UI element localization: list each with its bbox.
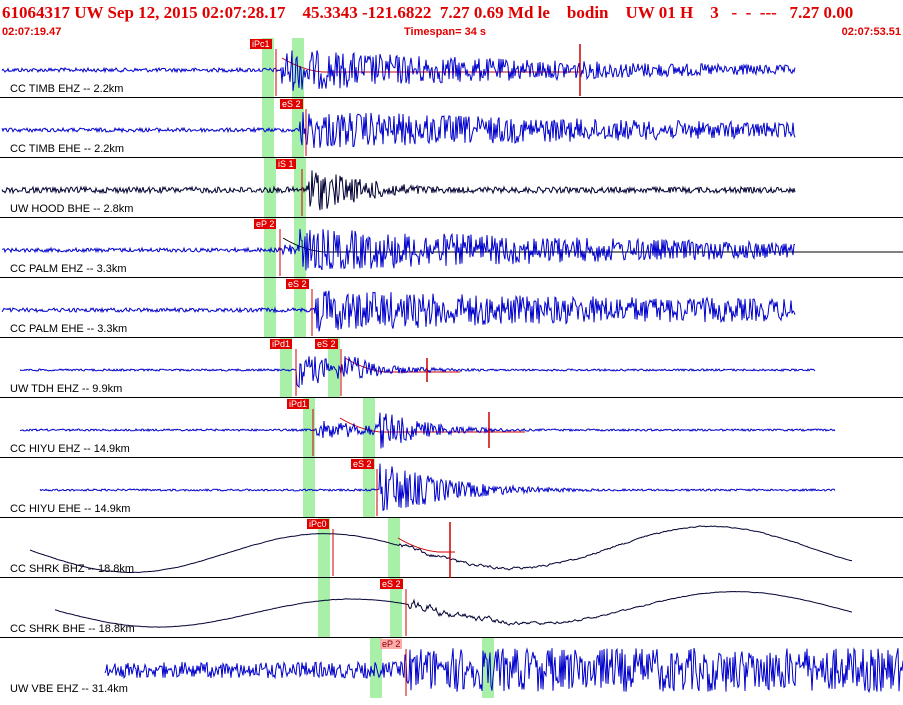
window-start-time: 02:07:19.47: [2, 26, 62, 38]
window-end-time: 02:07:53.51: [841, 26, 901, 38]
phase-pick-label[interactable]: iS 1: [276, 159, 296, 169]
pick-window-band: [388, 518, 400, 578]
trace-label: CC HIYU EHZ -- 14.9km: [10, 443, 130, 455]
waveform-trace[interactable]: [19, 412, 836, 449]
pick-window-band: [262, 98, 274, 158]
phase-pick-label[interactable]: eP 2: [380, 639, 403, 649]
phase-pick-label[interactable]: eP 2: [254, 219, 277, 229]
phase-pick-label[interactable]: eS 2: [280, 99, 303, 109]
trace-label: CC PALM EHE -- 3.3km: [10, 323, 128, 335]
phase-pick-label[interactable]: eS 2: [286, 279, 309, 289]
waveform-trace[interactable]: [39, 463, 836, 512]
phase-pick-label[interactable]: eS 2: [315, 339, 338, 349]
trace-label: CC TIMB EHE -- 2.2km: [10, 143, 125, 155]
seismogram-traces-svg[interactable]: [0, 38, 903, 700]
phase-pick-label[interactable]: iPc1: [250, 39, 272, 49]
trace-label: UW HOOD BHE -- 2.8km: [10, 203, 134, 215]
pick-window-band: [318, 578, 330, 638]
trace-label: CC PALM EHZ -- 3.3km: [10, 263, 127, 275]
waveform-trace[interactable]: [19, 355, 816, 389]
trace-label: UW VBE EHZ -- 31.4km: [10, 683, 128, 695]
waveform-trace[interactable]: [104, 647, 903, 694]
phase-pick-label[interactable]: eS 2: [380, 579, 403, 589]
trace-label: CC SHRK BHE -- 18.8km: [10, 623, 135, 635]
trace-label: CC SHRK BHZ -- 18.8km: [10, 563, 135, 575]
trace-label: CC TIMB EHZ -- 2.2km: [10, 83, 124, 95]
trace-label: CC HIYU EHE -- 14.9km: [10, 503, 131, 515]
waveform-trace[interactable]: [29, 525, 853, 574]
event-header: 61064317 UW Sep 12, 2015 02:07:28.17 45.…: [0, 0, 903, 38]
phase-pick-label[interactable]: iPd1: [270, 339, 293, 349]
waveform-trace[interactable]: [54, 590, 853, 628]
pick-window-band: [294, 158, 306, 218]
pick-window-band: [264, 278, 276, 338]
phase-pick-label[interactable]: iPc0: [307, 519, 329, 529]
trace-label: UW TDH EHZ -- 9.9km: [10, 383, 123, 395]
phase-pick-label[interactable]: iPd1: [287, 399, 310, 409]
seismogram-panel[interactable]: CC TIMB EHZ -- 2.2km CC TIMB EHE -- 2.2km…: [0, 38, 903, 700]
event-summary-title: 61064317 UW Sep 12, 2015 02:07:28.17 45.…: [2, 3, 854, 22]
pick-window-band: [303, 458, 315, 518]
timespan-readout: Timespan= 34 s: [404, 26, 487, 38]
phase-pick-label[interactable]: eS 2: [351, 459, 374, 469]
